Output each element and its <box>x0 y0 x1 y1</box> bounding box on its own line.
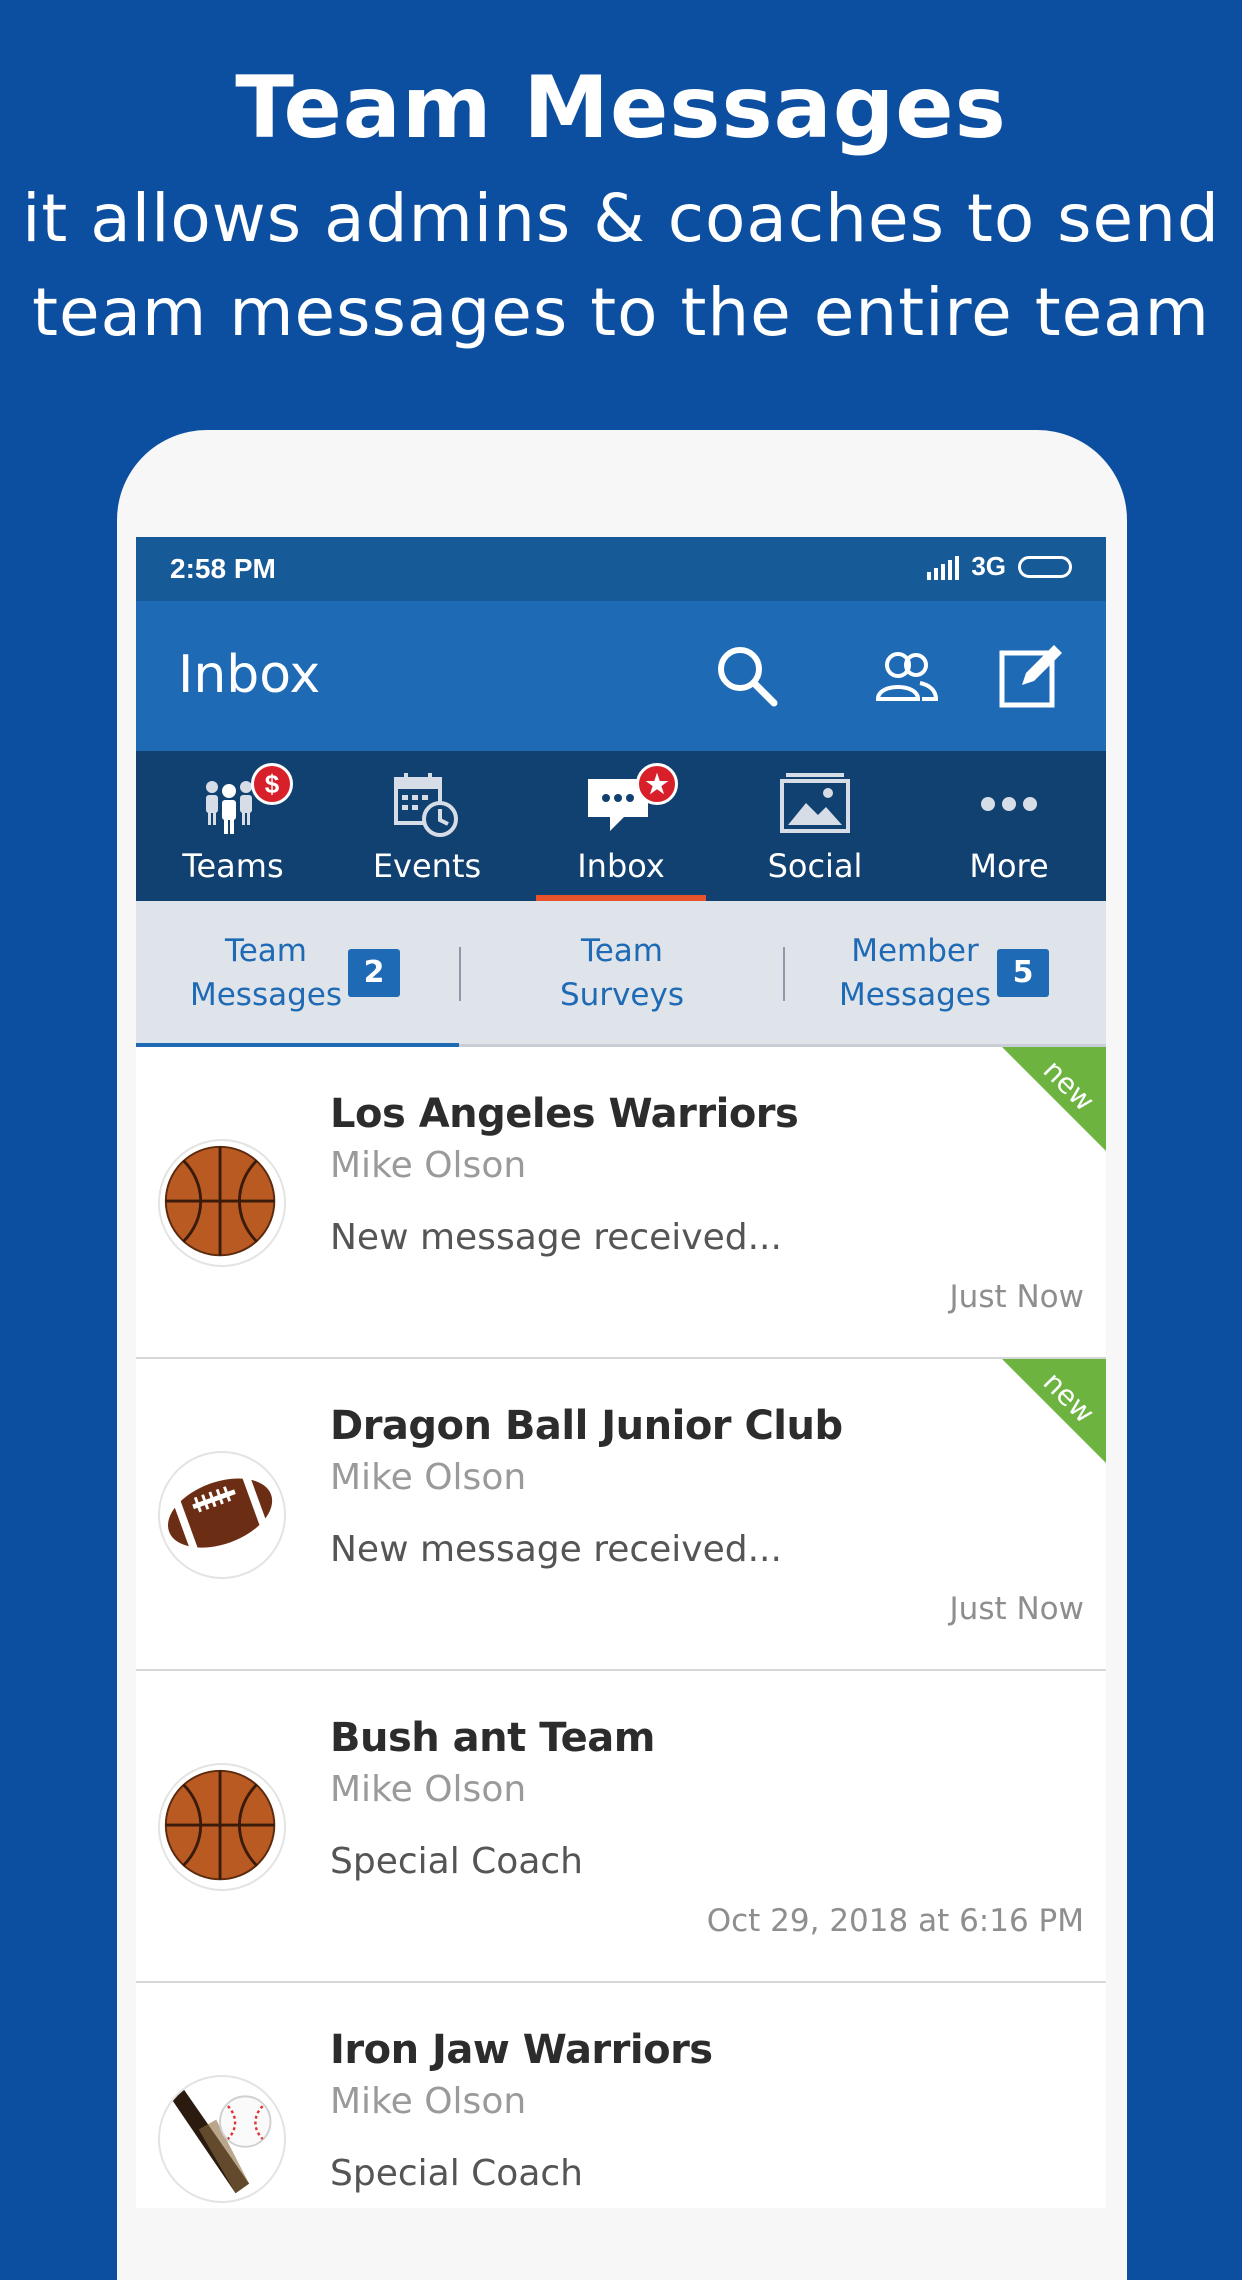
favorite-badge: ★ <box>636 763 678 805</box>
team-avatar <box>158 1451 286 1579</box>
football-icon <box>167 1470 273 1557</box>
subtab-label: Messages <box>189 977 343 1013</box>
status-bar: 2:58 PM 3G <box>136 537 1106 601</box>
message-timestamp: Just Now <box>949 1279 1084 1315</box>
new-ribbon: new <box>1002 1047 1106 1151</box>
message-preview: Special Coach <box>330 1841 583 1882</box>
nav-tab-label: Teams <box>182 847 284 885</box>
promo-title: Team Messages <box>235 58 1007 158</box>
message-team-name: Dragon Ball Junior Club <box>330 1403 843 1449</box>
team-avatar <box>158 1139 286 1267</box>
subtab-label: Messages <box>838 977 992 1013</box>
page-title: Inbox <box>178 645 321 705</box>
new-ribbon: new <box>1002 1359 1106 1463</box>
message-row[interactable]: Los Angeles Warriors Mike Olson New mess… <box>136 1047 1106 1359</box>
subtab-label: Surveys <box>560 977 684 1013</box>
signal-icon <box>927 554 960 580</box>
message-team-name: Bush ant Team <box>330 1715 655 1761</box>
nav-tab-more[interactable]: More <box>912 751 1106 901</box>
phone-screen: 2:58 PM 3G Inbox $ Teams Events ★ Inbox … <box>136 537 1106 2208</box>
calendar-clock-icon <box>394 773 458 837</box>
nav-tab-label: Social <box>767 847 863 885</box>
more-dots-icon <box>981 797 1037 811</box>
message-row[interactable]: Dragon Ball Junior Club Mike Olson New m… <box>136 1359 1106 1671</box>
message-row[interactable]: Iron Jaw Warriors Mike Olson Special Coa… <box>136 1983 1106 2208</box>
promo-subtitle-line-2: team messages to the entire team <box>32 274 1210 351</box>
message-preview: New message received... <box>330 1217 782 1258</box>
nav-tab-events[interactable]: Events <box>330 751 524 901</box>
nav-tab-inbox[interactable]: ★ Inbox <box>524 751 718 901</box>
message-timestamp: Just Now <box>949 1591 1084 1627</box>
message-sender: Mike Olson <box>330 1769 527 1810</box>
payment-badge: $ <box>251 763 293 805</box>
members-icon[interactable] <box>872 641 942 711</box>
basketball-icon <box>164 1145 276 1257</box>
message-preview: New message received... <box>330 1529 782 1570</box>
message-preview: Special Coach <box>330 2153 583 2194</box>
unread-count-badge: 2 <box>348 949 400 997</box>
nav-tab-label: Inbox <box>577 847 665 885</box>
message-timestamp: Oct 29, 2018 at 6:16 PM <box>706 1903 1084 1939</box>
message-row[interactable]: Bush ant Team Mike Olson Special Coach O… <box>136 1671 1106 1983</box>
app-bar: Inbox <box>136 601 1106 751</box>
nav-tab-label: Events <box>372 847 482 885</box>
promo-subtitle-line-1: it allows admins & coaches to send <box>22 180 1220 257</box>
message-sender: Mike Olson <box>330 1145 527 1186</box>
battery-icon <box>1018 555 1072 578</box>
message-type-tabs: Team Messages 2 Team Surveys Member Mess… <box>136 901 1106 1050</box>
message-sender: Mike Olson <box>330 1457 527 1498</box>
message-sender: Mike Olson <box>330 2081 527 2122</box>
nav-tab-social[interactable]: Social <box>718 751 912 901</box>
compose-icon[interactable] <box>996 641 1066 711</box>
team-avatar <box>158 1763 286 1891</box>
photo-icon <box>780 773 850 833</box>
basketball-icon <box>164 1769 276 1881</box>
subtab-label: Team <box>225 933 307 969</box>
section-nav: $ Teams Events ★ Inbox Social More <box>136 751 1106 901</box>
subtab-team-surveys[interactable]: Team Surveys <box>461 901 783 1047</box>
team-avatar <box>158 2075 286 2203</box>
status-time: 2:58 PM <box>170 553 276 584</box>
search-icon[interactable] <box>712 641 782 711</box>
subtab-label: Team <box>581 933 663 969</box>
subtab-member-messages[interactable]: Member Messages 5 <box>785 901 1106 1047</box>
subtab-label: Member <box>851 933 979 969</box>
nav-tab-label: More <box>969 847 1049 885</box>
message-team-name: Iron Jaw Warriors <box>330 2027 713 2073</box>
network-type: 3G <box>971 551 1006 581</box>
unread-count-badge: 5 <box>997 949 1049 997</box>
subtab-team-messages[interactable]: Team Messages 2 <box>136 901 459 1050</box>
nav-tab-teams[interactable]: $ Teams <box>136 751 330 901</box>
baseball-icon <box>169 2088 272 2194</box>
message-team-name: Los Angeles Warriors <box>330 1091 799 1137</box>
